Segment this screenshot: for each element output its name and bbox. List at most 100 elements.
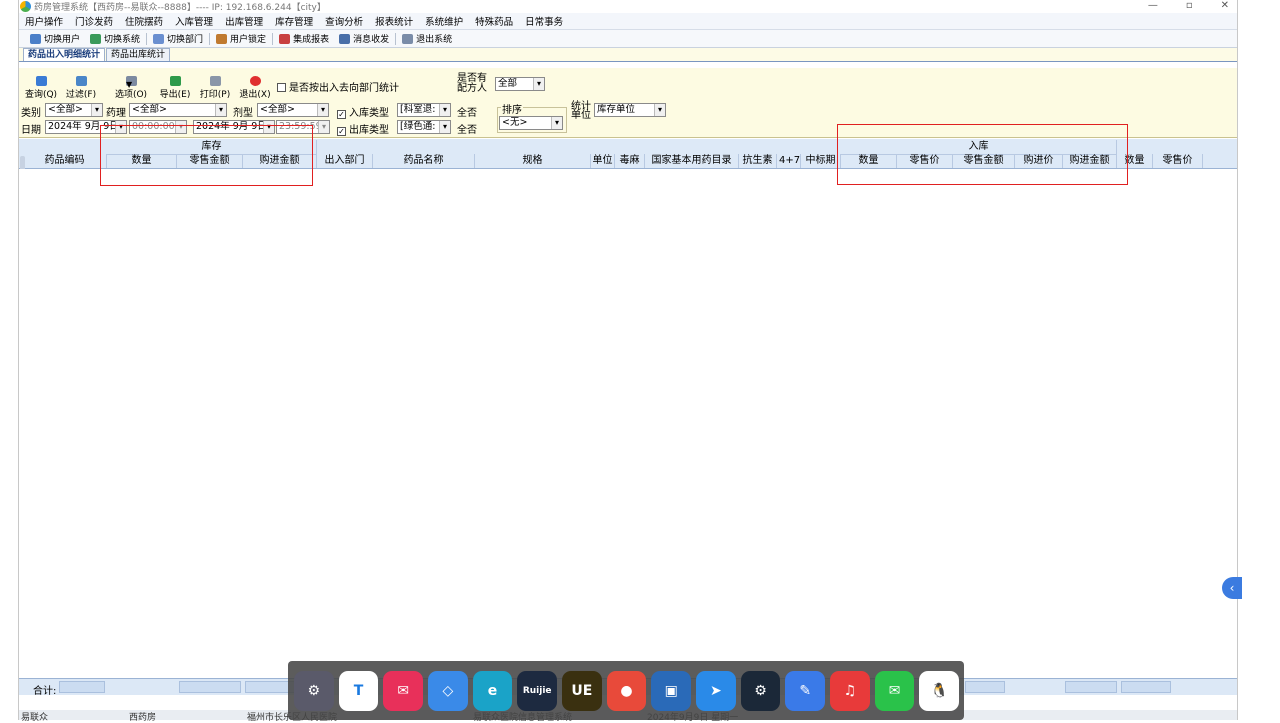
- cloud-app-icon[interactable]: T: [338, 670, 379, 711]
- column-header[interactable]: 抗生素: [739, 154, 777, 168]
- filter-dropdown-arrow-icon[interactable]: ▼: [126, 80, 132, 89]
- refresh-icon: [35, 76, 47, 86]
- toolbar-separator: [146, 32, 148, 45]
- toolbar-button[interactable]: 切换用户: [25, 32, 85, 45]
- steam-app-icon[interactable]: ⚙: [740, 670, 781, 711]
- column-header[interactable]: 规格: [475, 154, 591, 168]
- notes-app-icon[interactable]: ✎: [785, 670, 826, 711]
- total-cell: [179, 681, 241, 693]
- date-label: 日期: [21, 125, 41, 136]
- toolbar-separator: [395, 32, 397, 45]
- ue-app-icon[interactable]: UE: [562, 670, 602, 711]
- mail-app-icon[interactable]: ✉: [383, 670, 424, 711]
- remote-desktop-app-icon[interactable]: ▣: [651, 670, 692, 711]
- edge-app-icon[interactable]: e: [472, 670, 513, 711]
- menu-bar: 用户操作 门诊发药 住院摆药 入库管理 出库管理 库存管理 查询分析 报表统计 系统维护 特殊药品…: [19, 13, 1237, 30]
- toolbar-button[interactable]: 集成报表: [274, 32, 334, 45]
- in-type-checkbox[interactable]: ✓ 入库类型: [337, 104, 389, 119]
- category-select[interactable]: <全部>: [45, 103, 103, 117]
- action-button[interactable]: 导出(E): [157, 76, 193, 100]
- menu-item[interactable]: 日常事务: [519, 14, 569, 28]
- action-button[interactable]: 打印(P): [197, 76, 233, 100]
- settings-app-icon[interactable]: ⚙: [294, 670, 334, 711]
- out-type-checkbox[interactable]: ✓ 出库类型: [337, 121, 389, 136]
- in-type-all-toggle[interactable]: 全否: [457, 104, 477, 119]
- title-bar: 药房管理系统【西药房--易联众--8888】---- IP: 192.168.6…: [19, 0, 1237, 13]
- menu-item[interactable]: 系统维护: [419, 14, 469, 28]
- filter-icon: [75, 76, 87, 86]
- menu-item[interactable]: 库存管理: [269, 14, 319, 28]
- data-grid-body[interactable]: [19, 169, 1237, 677]
- dosage-select[interactable]: <全部>: [257, 103, 329, 117]
- report-icon: [279, 33, 291, 44]
- menu-item[interactable]: 门诊发药: [69, 14, 119, 28]
- app-window: 药房管理系统【西药房--易联众--8888】---- IP: 192.168.6…: [18, 0, 1238, 723]
- toolbar-button-label: 集成报表: [293, 35, 330, 45]
- total-cell: [965, 681, 1005, 693]
- action-button-label: 选项(O): [114, 90, 148, 100]
- out-type-select[interactable]: [绿色通:: [397, 120, 451, 134]
- action-button-label: 退出(X): [239, 90, 271, 100]
- message-icon: [339, 33, 351, 44]
- collapse-sidebar-button[interactable]: ‹: [1222, 577, 1242, 599]
- prescriber-select[interactable]: 全部: [495, 77, 545, 91]
- column-header[interactable]: 药品编码: [23, 154, 107, 168]
- tab-0[interactable]: 药品出入明细统计: [23, 48, 106, 61]
- menu-item[interactable]: 查询分析: [319, 14, 369, 28]
- highlight-box-stock: [100, 125, 313, 186]
- sort-select[interactable]: <无>: [499, 116, 563, 130]
- menu-item[interactable]: 住院摆药: [119, 14, 169, 28]
- column-header[interactable]: 出入部门: [317, 154, 373, 168]
- toolbar-button-label: 退出系统: [416, 35, 453, 45]
- action-button[interactable]: 查询(Q): [23, 76, 59, 100]
- netease-music-app-icon[interactable]: ♫: [830, 670, 870, 711]
- menu-item[interactable]: 出库管理: [219, 14, 269, 28]
- vpn-app-icon[interactable]: ◇: [428, 670, 468, 711]
- tab-strip: 药品出入明细统计 药品出库统计: [19, 48, 1237, 62]
- toolbar-button[interactable]: 用户锁定: [211, 32, 271, 45]
- chrome-app-icon[interactable]: ●: [606, 670, 647, 711]
- feishu-app-icon[interactable]: ➤: [696, 670, 736, 711]
- sort-label: 排序: [501, 101, 523, 116]
- column-header[interactable]: 国家基本用药目录: [645, 154, 739, 168]
- action-button[interactable]: 退出(X): [237, 76, 273, 100]
- pharmacology-select[interactable]: <全部>: [129, 103, 227, 117]
- tab-1[interactable]: 药品出库统计: [106, 48, 171, 61]
- close-button[interactable]: ✕: [1221, 0, 1229, 11]
- qq-app-icon[interactable]: 🐧: [919, 670, 960, 711]
- toolbar-button[interactable]: 切换系统: [85, 32, 145, 45]
- status-dept: 西药房: [129, 713, 157, 723]
- switch-system-icon: [90, 33, 102, 44]
- maximize-button[interactable]: ▫: [1186, 0, 1193, 11]
- column-header[interactable]: 药品名称: [373, 154, 475, 168]
- totals-label: 合计:: [33, 686, 57, 697]
- unit-label: 统计 单位: [571, 101, 591, 121]
- ruijie-app-icon[interactable]: Ruijie: [517, 670, 558, 711]
- toolbar-button[interactable]: 退出系统: [397, 32, 457, 45]
- total-cell: [59, 681, 105, 693]
- column-header[interactable]: 中标期: [801, 154, 841, 168]
- in-type-select[interactable]: [科室退:: [397, 103, 451, 117]
- toolbar-button-label: 用户锁定: [230, 35, 267, 45]
- dept-stats-checkbox[interactable]: 是否按出入去向部门统计: [277, 79, 399, 94]
- menu-item[interactable]: 特殊药品: [469, 14, 519, 28]
- action-button-label: 打印(P): [199, 90, 231, 100]
- exit-icon: [402, 33, 414, 44]
- toolbar-button-label: 消息收发: [353, 35, 390, 45]
- toolbar-separator: [209, 32, 211, 45]
- column-header[interactable]: 单位: [591, 154, 615, 168]
- action-button[interactable]: 过滤(F): [63, 76, 99, 100]
- minimize-button[interactable]: —: [1148, 0, 1158, 11]
- toolbar-button-label: 切换用户: [44, 35, 81, 45]
- column-header[interactable]: 4+7: [779, 154, 801, 168]
- unit-select[interactable]: 库存单位: [594, 103, 666, 117]
- wechat-app-icon[interactable]: ✉: [874, 670, 915, 711]
- toolbar-button[interactable]: 消息收发: [334, 32, 394, 45]
- menu-item[interactable]: 入库管理: [169, 14, 219, 28]
- menu-item[interactable]: 用户操作: [19, 14, 69, 28]
- column-header[interactable]: 零售价: [1153, 154, 1203, 168]
- toolbar-button[interactable]: 切换部门: [148, 32, 208, 45]
- out-type-all-toggle[interactable]: 全否: [457, 121, 477, 136]
- menu-item[interactable]: 报表统计: [369, 14, 419, 28]
- column-header[interactable]: 毒麻: [615, 154, 645, 168]
